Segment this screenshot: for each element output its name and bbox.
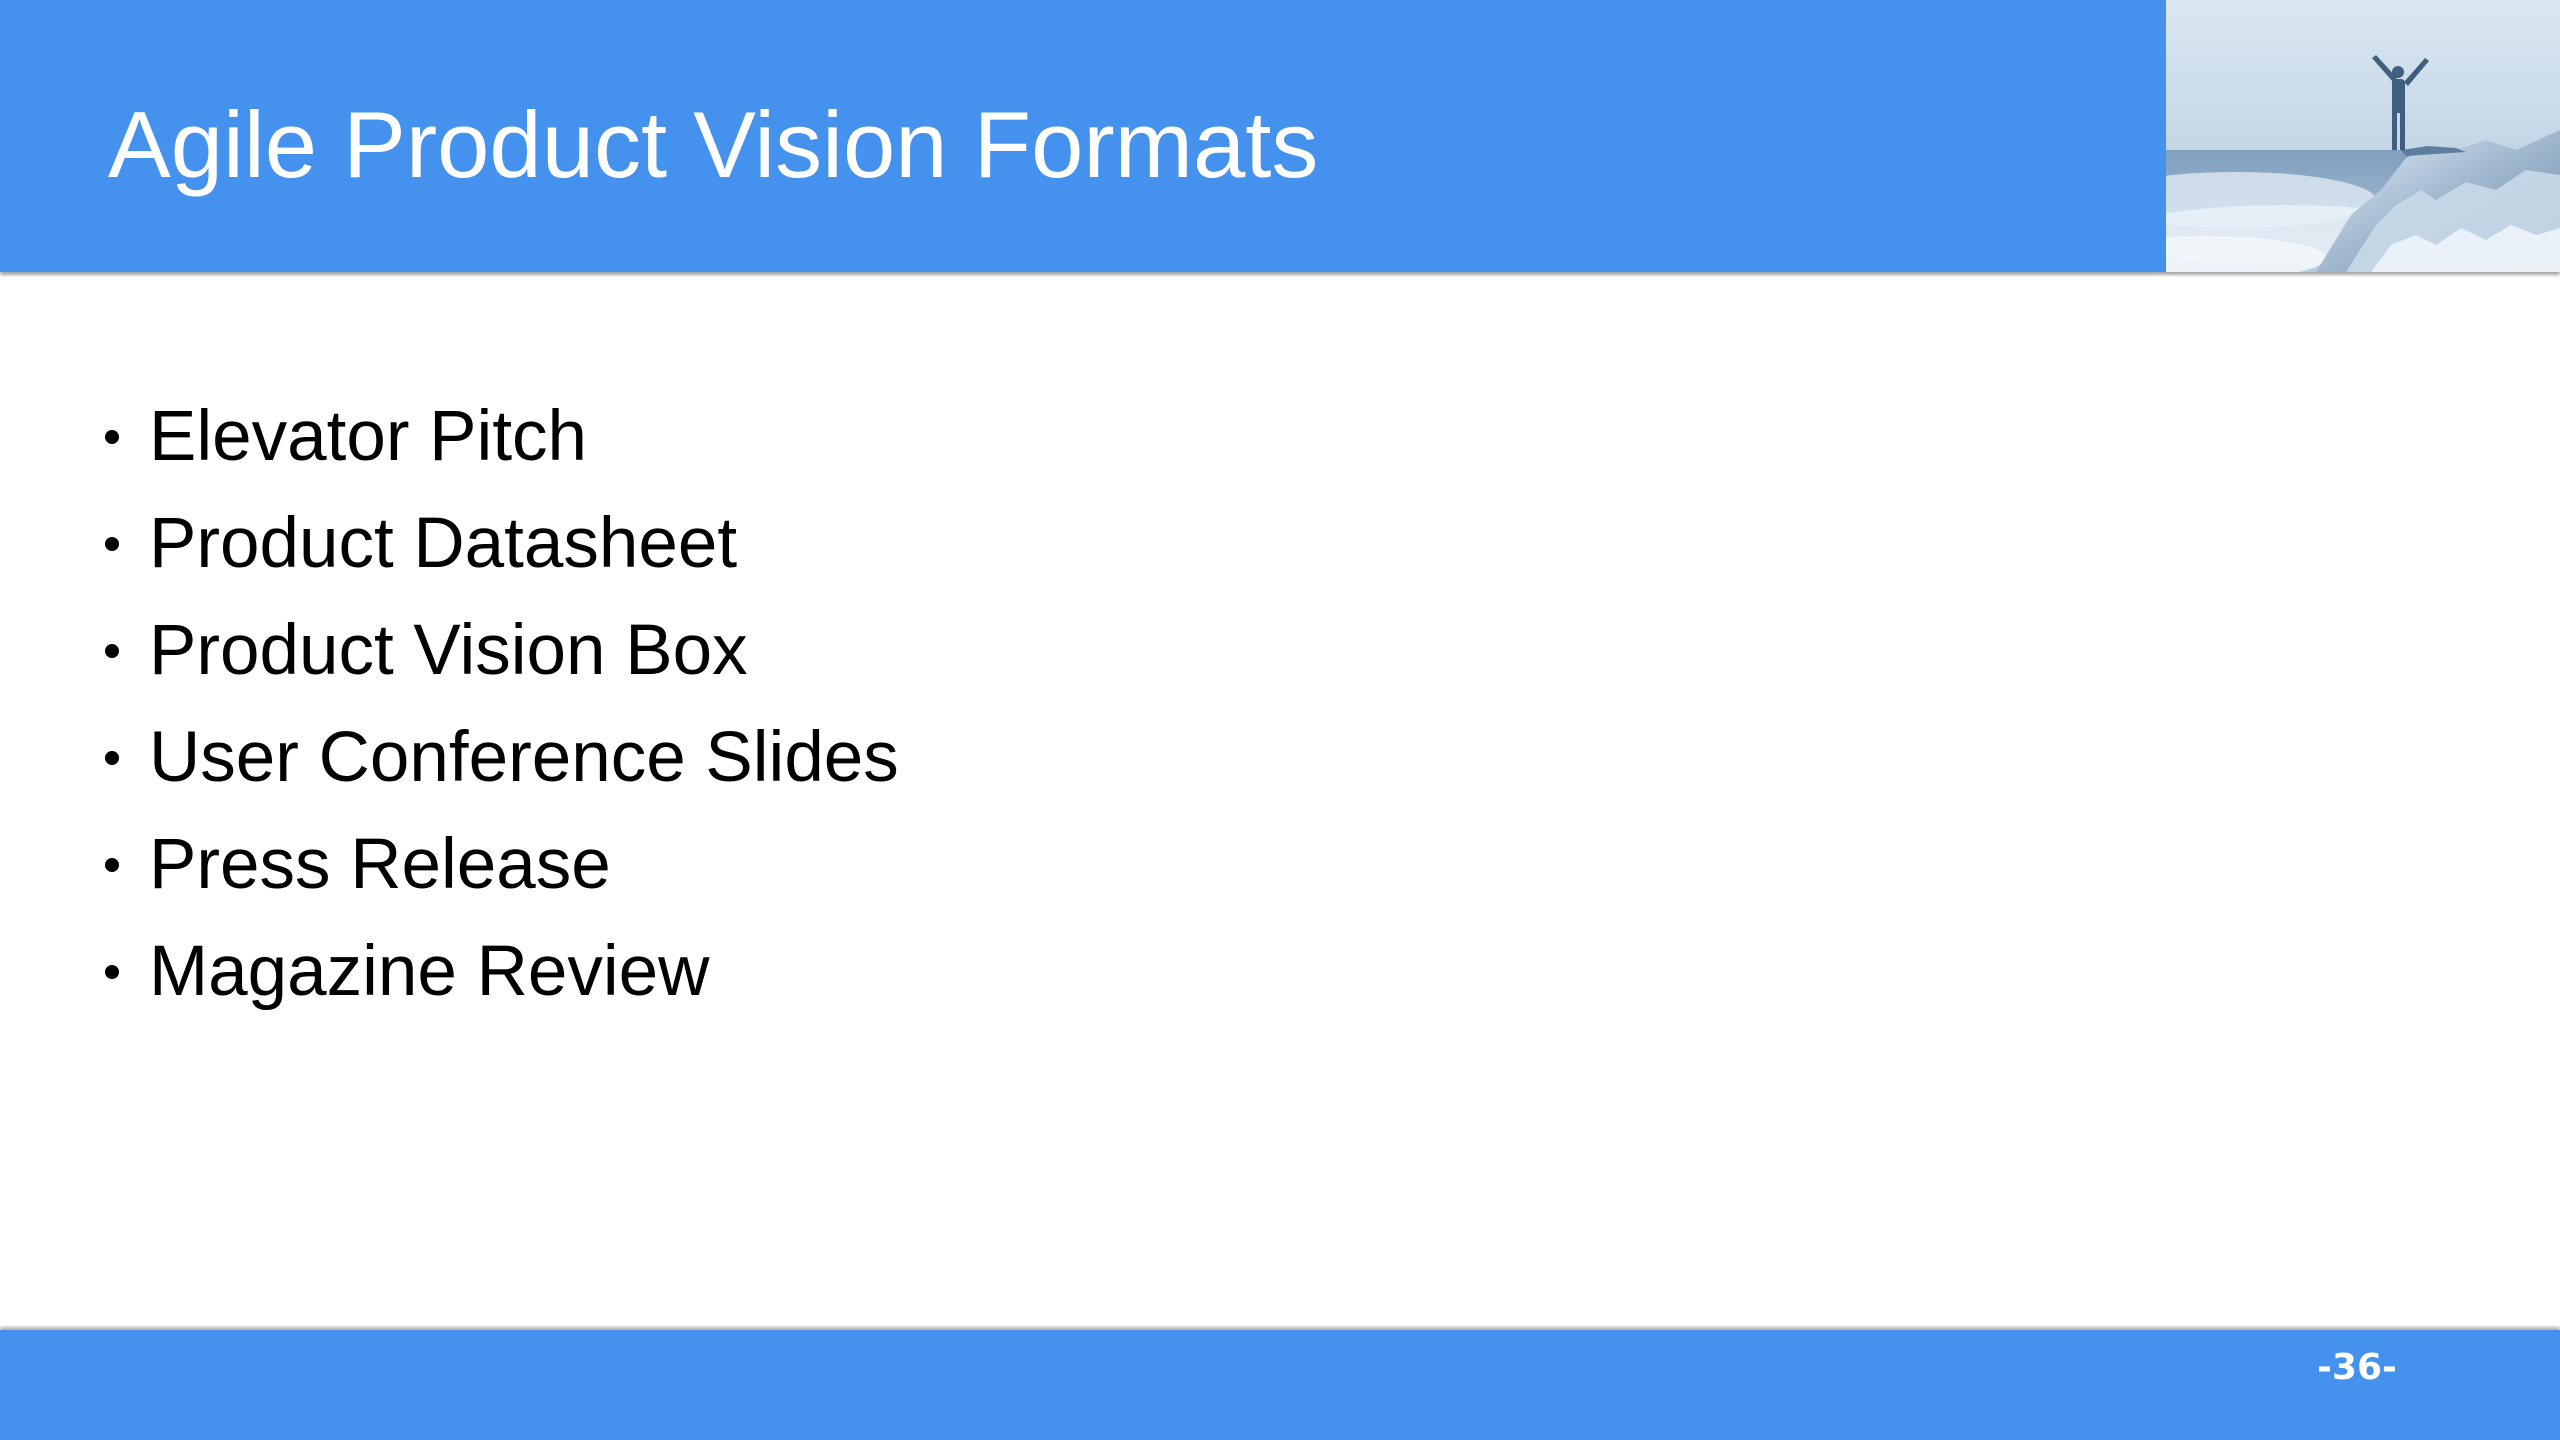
bullet-icon: [105, 964, 119, 979]
bullet-icon: [105, 643, 119, 658]
header-bar: Agile Product Vision Formats: [0, 0, 2560, 272]
list-item: Elevator Pitch: [105, 383, 899, 490]
mountain-summit-icon: [2166, 0, 2560, 272]
bullet-text: Product Datasheet: [149, 504, 738, 583]
list-item: Magazine Review: [105, 918, 899, 1025]
slide-title: Agile Product Vision Formats: [108, 92, 1319, 197]
bullet-icon: [105, 750, 119, 765]
slide: Agile Product Vision Formats Elevator Pi…: [0, 0, 2560, 1440]
mountain-summit-photo: [2166, 0, 2560, 272]
footer-bar: -36-: [0, 1330, 2560, 1440]
bullet-text: Press Release: [149, 825, 611, 904]
bullet-text: Elevator Pitch: [149, 397, 588, 476]
bullet-icon: [105, 857, 119, 872]
bullet-icon: [105, 536, 119, 551]
list-item: Product Datasheet: [105, 490, 899, 597]
list-item: Press Release: [105, 811, 899, 918]
bullet-text: Product Vision Box: [149, 611, 748, 690]
bullet-text: User Conference Slides: [149, 718, 899, 797]
list-item: User Conference Slides: [105, 704, 899, 811]
bullet-icon: [105, 429, 119, 444]
bullet-list: Elevator Pitch Product Datasheet Product…: [105, 383, 899, 1025]
list-item: Product Vision Box: [105, 597, 899, 704]
page-number: -36-: [2317, 1347, 2397, 1388]
bullet-text: Magazine Review: [149, 932, 710, 1011]
